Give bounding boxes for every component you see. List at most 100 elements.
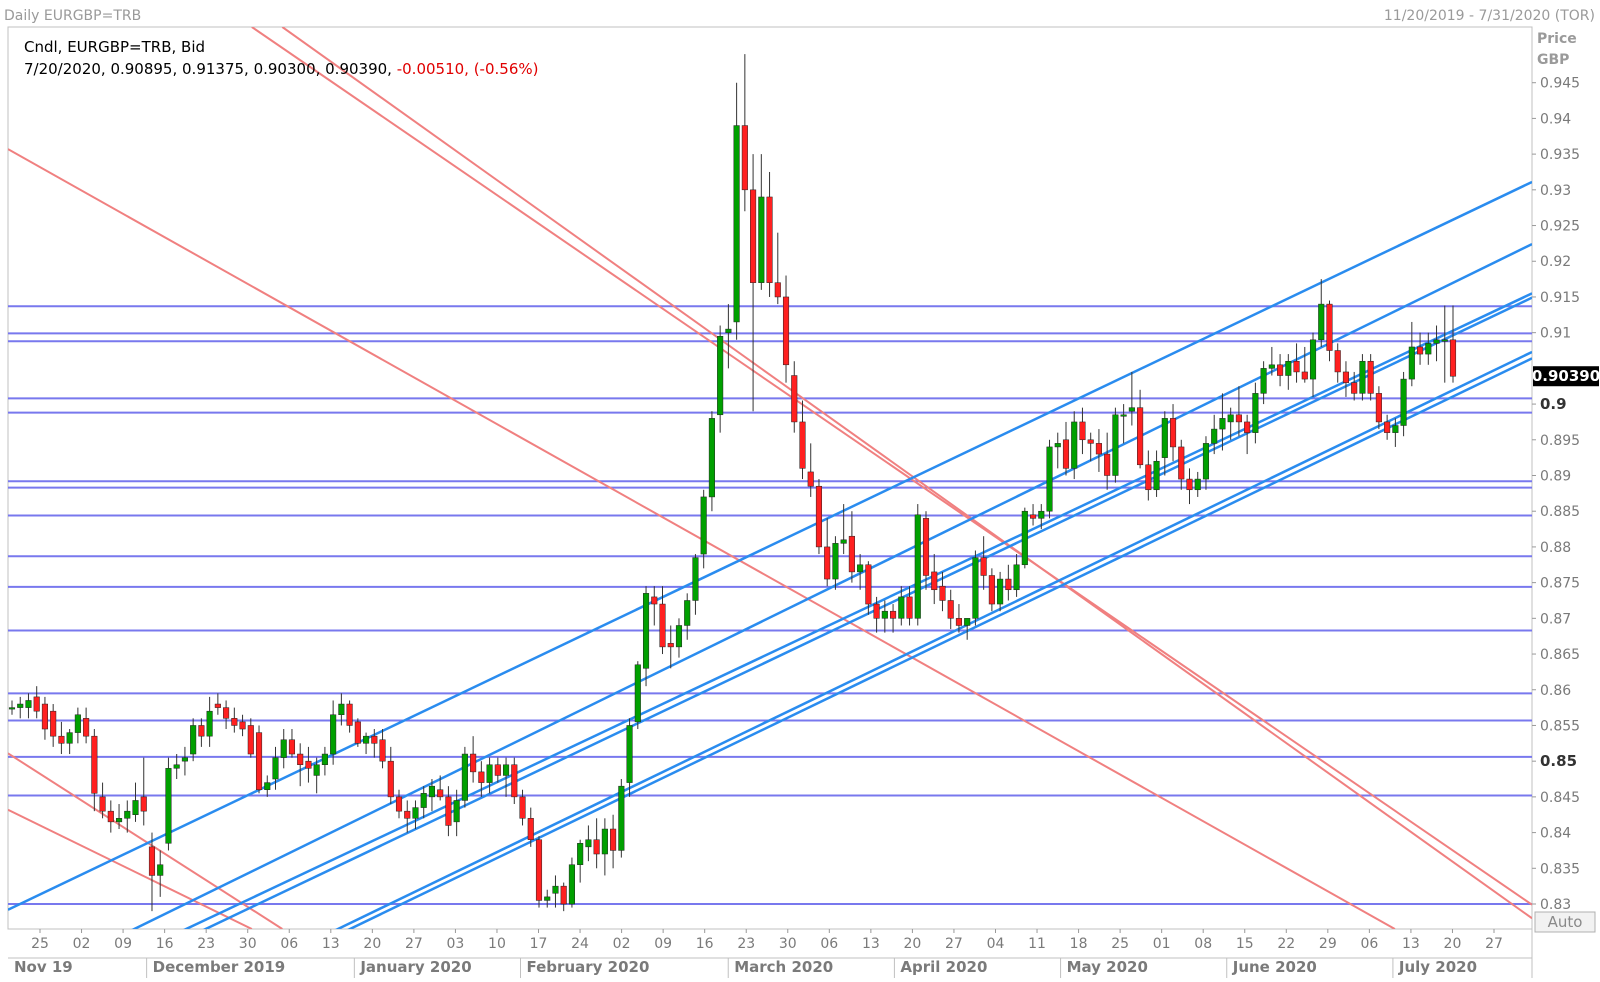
candle-body — [618, 785, 625, 851]
candle-body — [1038, 510, 1045, 519]
candle-body — [420, 793, 427, 808]
candle-body — [1137, 407, 1144, 466]
candle-body — [873, 603, 880, 619]
x-month-label: July 2020 — [1398, 958, 1477, 976]
candle-body — [1309, 339, 1317, 380]
candle-body — [667, 643, 674, 648]
y-tick-label: 0.83 — [1540, 897, 1571, 913]
candle-body — [1268, 364, 1275, 369]
y-tick-label: 0.915 — [1540, 290, 1580, 306]
y-tick-label: 0.895 — [1540, 433, 1580, 449]
candle-body — [684, 600, 691, 626]
candle-body — [848, 535, 855, 573]
x-month-label: April 2020 — [900, 958, 987, 976]
candle-body — [815, 485, 823, 548]
candle-body — [83, 718, 90, 737]
candle — [1367, 354, 1374, 401]
auto-scale-button[interactable]: Auto — [1534, 911, 1596, 933]
candle-body — [148, 846, 156, 876]
x-day-label: 20 — [363, 936, 381, 952]
candle-body — [1408, 346, 1415, 380]
candle-body — [1095, 443, 1102, 455]
candle-body — [585, 839, 592, 848]
candle-body — [288, 739, 296, 755]
candle-body — [1384, 421, 1391, 433]
candle-body — [132, 800, 139, 815]
candle-body — [997, 578, 1004, 605]
auto-button-label: Auto — [1548, 913, 1583, 931]
candle — [568, 857, 575, 908]
candle-body — [371, 735, 378, 744]
x-day-label: 08 — [1194, 936, 1212, 952]
x-month-label: May 2020 — [1067, 958, 1148, 976]
candle-body — [272, 757, 279, 780]
candle-body — [1417, 346, 1424, 355]
candle-body — [741, 125, 748, 191]
candle — [255, 725, 263, 794]
candle-body — [1351, 382, 1358, 394]
y-tick-label: 0.86 — [1540, 683, 1571, 699]
y-tick-label: 0.91 — [1540, 326, 1571, 342]
candle-body — [922, 518, 930, 576]
x-day-label: 13 — [1402, 936, 1420, 952]
candle-body — [955, 618, 962, 626]
candle-body — [750, 189, 757, 283]
y-tick-label: 0.835 — [1540, 861, 1580, 877]
candle-body — [494, 764, 501, 776]
candle-body — [66, 732, 73, 744]
candle-body — [379, 739, 386, 762]
candle-body — [1112, 414, 1119, 476]
candle-body — [642, 593, 650, 669]
x-day-label: 27 — [405, 936, 423, 952]
x-month-label: February 2020 — [527, 958, 650, 976]
candle-body — [124, 810, 131, 819]
candle-body — [74, 714, 81, 733]
candle-body — [1285, 360, 1292, 376]
candle — [1112, 407, 1119, 483]
candle-body — [1227, 414, 1234, 423]
candle-body — [651, 596, 658, 605]
candle-body — [1145, 464, 1152, 491]
candle-body — [1071, 421, 1078, 469]
y-tick-label: 0.945 — [1540, 76, 1580, 92]
candle-body — [1153, 460, 1160, 491]
x-month-label: December 2019 — [153, 958, 286, 976]
candlestick-chart[interactable]: 0.83 0.835 0.84 0.845 0.85 0.855 0.86 0.865 0.87… — [0, 0, 1600, 978]
candle-body — [305, 760, 312, 769]
candle-body — [1342, 371, 1350, 383]
date-range: 11/20/2019 - 7/31/2020 (TOR) — [1384, 8, 1595, 24]
x-day-label: 29 — [1319, 936, 1337, 952]
candle — [634, 661, 641, 730]
last-price-marker: 0.90390 — [1532, 366, 1600, 387]
y-tick-label: 0.855 — [1540, 718, 1580, 734]
candle-body — [906, 596, 913, 619]
candle-body — [412, 807, 419, 819]
y-tick-label: 0.885 — [1540, 504, 1580, 520]
x-day-label: 23 — [197, 936, 215, 952]
candle — [461, 746, 468, 808]
candle-body — [1087, 439, 1094, 444]
candle-body — [165, 768, 172, 844]
candle-body — [8, 707, 16, 710]
price-axis-title: Price — [1537, 31, 1577, 47]
candle-body — [486, 764, 493, 783]
candle-body — [264, 782, 271, 790]
candle-body — [1169, 418, 1177, 448]
chart-root: 0.83 0.835 0.84 0.845 0.85 0.855 0.86 0.865 0.87… — [0, 0, 1600, 978]
candle — [1046, 439, 1053, 519]
candle-body — [181, 757, 188, 762]
candle-body — [354, 721, 361, 744]
x-day-label: 02 — [613, 936, 631, 952]
candle-body — [107, 810, 114, 823]
x-day-label: 30 — [779, 936, 797, 952]
x-day-label: 20 — [1444, 936, 1462, 952]
x-day-label: 16 — [696, 936, 714, 952]
candle-body — [1186, 478, 1193, 491]
x-day-label: 15 — [1236, 936, 1254, 952]
candle-body — [692, 557, 699, 601]
candle-body — [428, 785, 435, 798]
candle-body — [297, 753, 304, 765]
candle-body — [774, 282, 781, 298]
candle-body — [939, 585, 946, 601]
candle-body — [387, 760, 394, 798]
